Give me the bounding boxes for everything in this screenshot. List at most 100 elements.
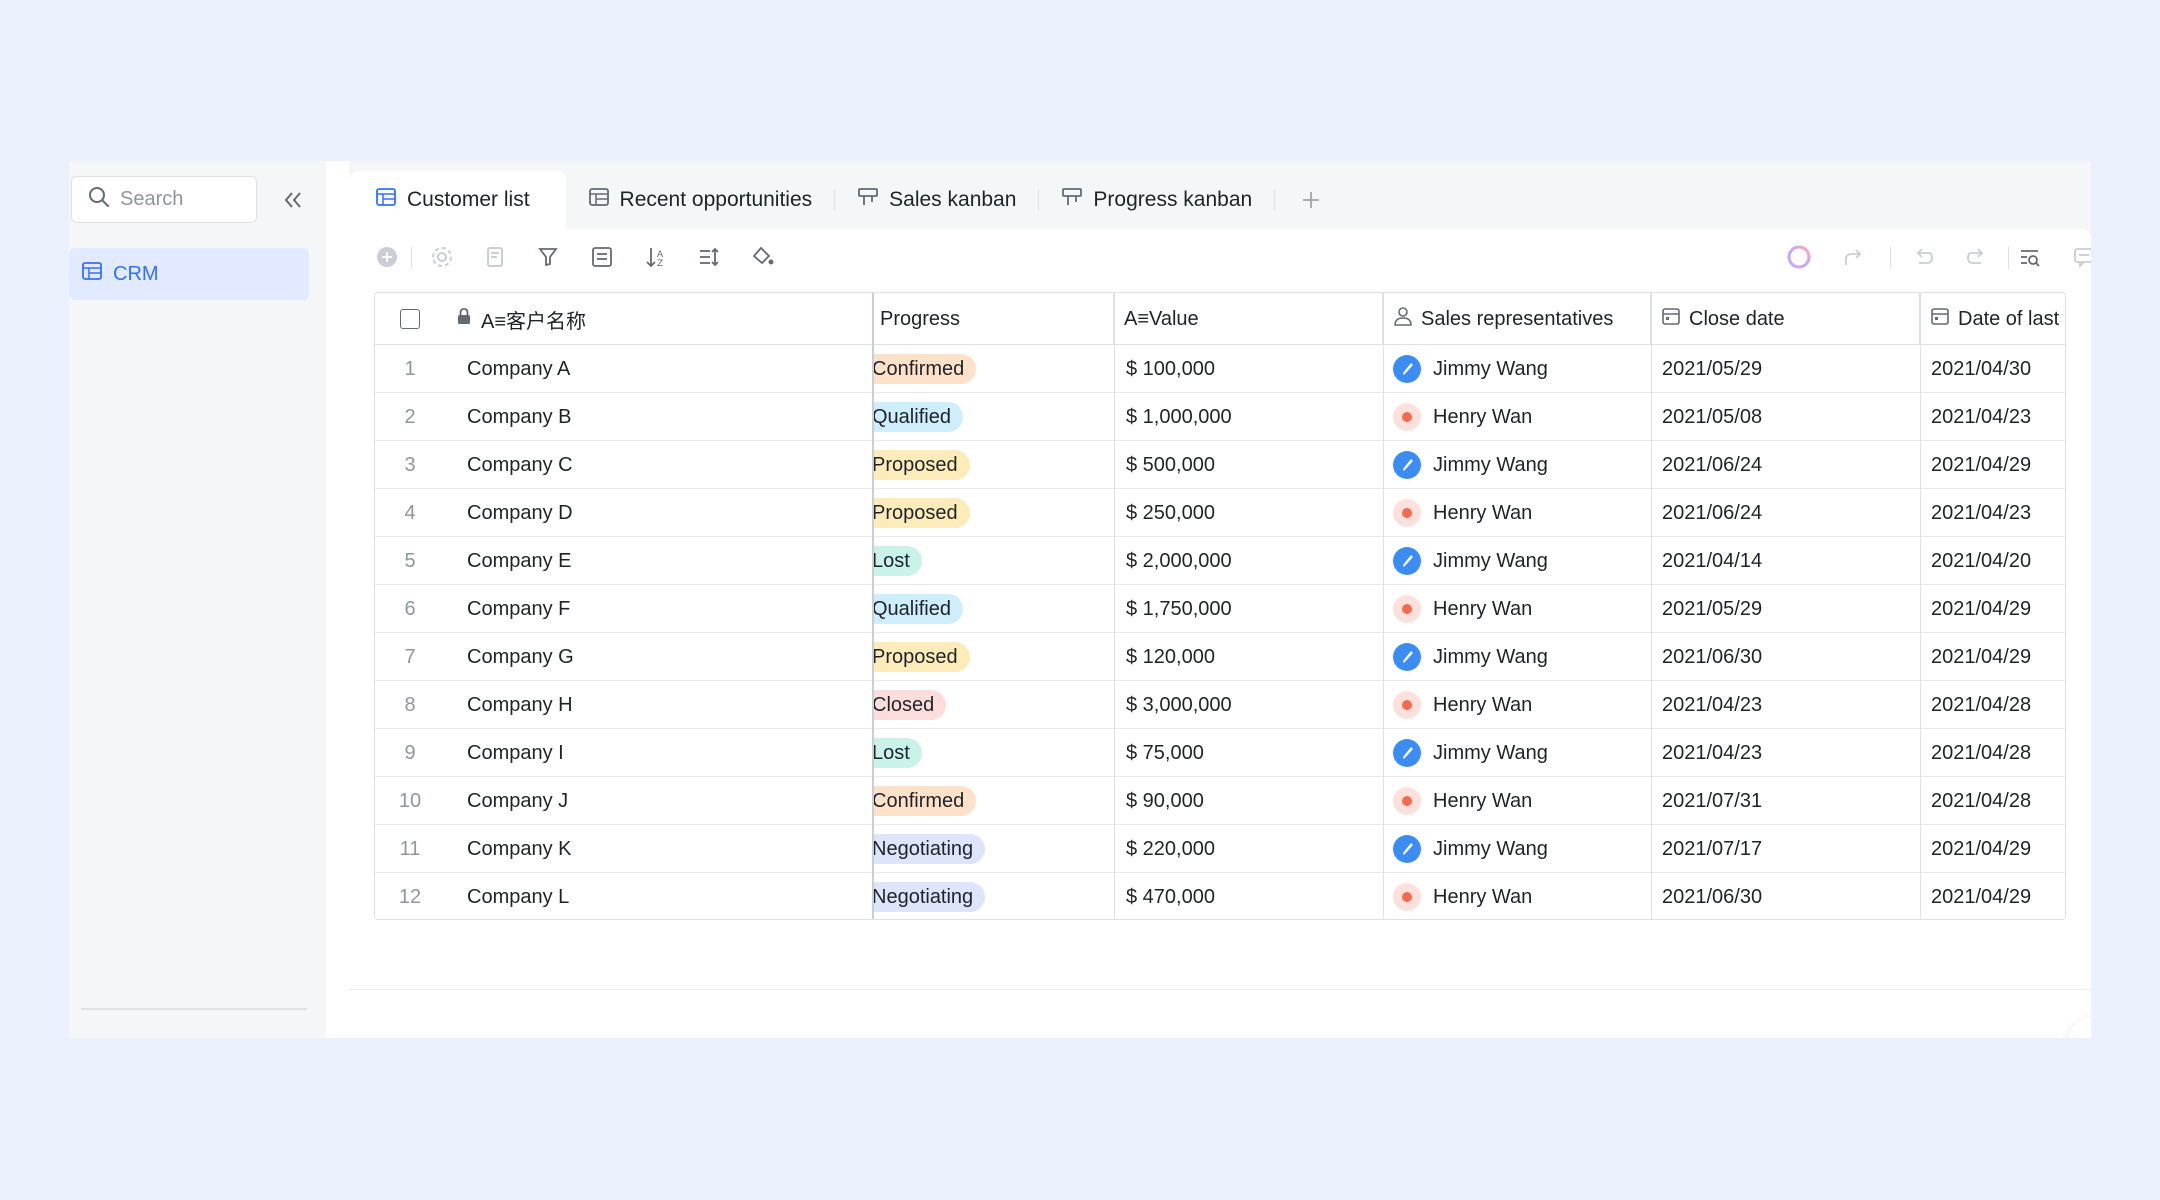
cell-sales-rep[interactable]: Jimmy Wang — [1393, 441, 1643, 489]
cell-progress[interactable]: Qualified — [874, 393, 1114, 441]
row-number[interactable]: 8 — [375, 681, 445, 729]
cell-sales-rep[interactable]: Henry Wan — [1393, 489, 1643, 537]
cell-company-name[interactable]: Company K — [467, 825, 867, 873]
share-icon[interactable] — [1840, 243, 1868, 271]
table-row[interactable]: 9 Company I Lost $ 75,000 Jimmy Wang 2021/04/… — [375, 729, 2065, 777]
row-number[interactable]: 11 — [375, 825, 445, 873]
cell-progress[interactable]: Negotiating — [874, 873, 1114, 919]
column-header-value[interactable]: A≡Value — [1114, 293, 1383, 345]
cell-last-date[interactable]: 2021/04/28 — [1931, 729, 2065, 777]
cell-value[interactable]: $ 1,750,000 — [1126, 585, 1376, 633]
cell-close-date[interactable]: 2021/06/30 — [1662, 633, 1912, 681]
table-row[interactable]: 11 Company K Negotiating $ 220,000 Jimmy Wan… — [375, 825, 2065, 873]
row-number[interactable]: 10 — [375, 777, 445, 825]
ai-assistant-button[interactable] — [2067, 1016, 2091, 1038]
cell-value[interactable]: $ 90,000 — [1126, 777, 1376, 825]
cell-close-date[interactable]: 2021/04/23 — [1662, 729, 1912, 777]
cell-company-name[interactable]: Company J — [467, 777, 867, 825]
tab-customer-list[interactable]: Customer list — [349, 171, 566, 229]
table-row[interactable]: 1 Company A Confirmed $ 100,000 Jimmy Wang 20… — [375, 345, 2065, 393]
redo-icon[interactable] — [1963, 243, 1991, 271]
cell-value[interactable]: $ 120,000 — [1126, 633, 1376, 681]
fill-color-icon[interactable] — [749, 243, 777, 271]
table-row[interactable]: 2 Company B Qualified $ 1,000,000 Henry Wan 2… — [375, 393, 2065, 441]
filter-icon[interactable] — [535, 243, 563, 271]
cell-close-date[interactable]: 2021/07/31 — [1662, 777, 1912, 825]
cell-progress[interactable]: Negotiating — [874, 825, 1114, 873]
cell-close-date[interactable]: 2021/06/24 — [1662, 441, 1912, 489]
cell-company-name[interactable]: Company A — [467, 345, 867, 393]
column-header-last-date[interactable]: Date of last — [1920, 293, 2065, 345]
cell-value[interactable]: $ 470,000 — [1126, 873, 1376, 919]
table-row[interactable]: 4 Company D Proposed $ 250,000 Henry Wan 2021… — [375, 489, 2065, 537]
column-header-name[interactable]: A≡客户名称 — [445, 293, 873, 345]
cell-progress[interactable]: Confirmed — [874, 777, 1114, 825]
cell-close-date[interactable]: 2021/05/08 — [1662, 393, 1912, 441]
cell-close-date[interactable]: 2021/04/14 — [1662, 537, 1912, 585]
cell-sales-rep[interactable]: Henry Wan — [1393, 393, 1643, 441]
cell-company-name[interactable]: Company D — [467, 489, 867, 537]
cell-company-name[interactable]: Company H — [467, 681, 867, 729]
cell-last-date[interactable]: 2021/04/23 — [1931, 489, 2065, 537]
cell-progress[interactable]: Lost — [874, 537, 1114, 585]
search-records-icon[interactable] — [2016, 243, 2044, 271]
collapse-sidebar-icon[interactable] — [279, 186, 307, 214]
table-row[interactable]: 10 Company J Confirmed $ 90,000 Henry Wan 202… — [375, 777, 2065, 825]
row-number[interactable]: 5 — [375, 537, 445, 585]
row-number[interactable]: 6 — [375, 585, 445, 633]
search-box[interactable] — [71, 176, 257, 223]
cell-progress[interactable]: Lost — [874, 729, 1114, 777]
row-number[interactable]: 9 — [375, 729, 445, 777]
form-icon[interactable] — [482, 243, 510, 271]
cell-sales-rep[interactable]: Henry Wan — [1393, 681, 1643, 729]
cell-company-name[interactable]: Company G — [467, 633, 867, 681]
row-number[interactable]: 4 — [375, 489, 445, 537]
cell-last-date[interactable]: 2021/04/29 — [1931, 441, 2065, 489]
sort-icon[interactable]: AZ — [642, 243, 670, 271]
cell-last-date[interactable]: 2021/04/30 — [1931, 345, 2065, 393]
group-icon[interactable] — [588, 243, 616, 271]
cell-close-date[interactable]: 2021/04/23 — [1662, 681, 1912, 729]
cell-company-name[interactable]: Company F — [467, 585, 867, 633]
row-number[interactable]: 3 — [375, 441, 445, 489]
cell-company-name[interactable]: Company C — [467, 441, 867, 489]
row-number[interactable]: 2 — [375, 393, 445, 441]
row-number[interactable]: 12 — [375, 873, 445, 919]
cell-progress[interactable]: Qualified — [874, 585, 1114, 633]
column-header-close-date[interactable]: Close date — [1651, 293, 1920, 345]
add-record-icon[interactable] — [373, 243, 401, 271]
search-input[interactable] — [120, 188, 240, 211]
settings-icon[interactable] — [428, 243, 456, 271]
cell-progress[interactable]: Proposed — [874, 633, 1114, 681]
cell-value[interactable]: $ 75,000 — [1126, 729, 1376, 777]
cell-value[interactable]: $ 100,000 — [1126, 345, 1376, 393]
cell-value[interactable]: $ 1,000,000 — [1126, 393, 1376, 441]
cell-last-date[interactable]: 2021/04/23 — [1931, 393, 2065, 441]
cell-sales-rep[interactable]: Jimmy Wang — [1393, 633, 1643, 681]
cell-progress[interactable]: Confirmed — [874, 345, 1114, 393]
cell-last-date[interactable]: 2021/04/29 — [1931, 873, 2065, 919]
cell-last-date[interactable]: 2021/04/29 — [1931, 633, 2065, 681]
column-header-sales-rep[interactable]: Sales representatives — [1383, 293, 1651, 345]
cell-value[interactable]: $ 3,000,000 — [1126, 681, 1376, 729]
undo-icon[interactable] — [1909, 243, 1937, 271]
cell-sales-rep[interactable]: Jimmy Wang — [1393, 345, 1643, 393]
row-number[interactable]: 1 — [375, 345, 445, 393]
cell-company-name[interactable]: Company I — [467, 729, 867, 777]
cell-last-date[interactable]: 2021/04/29 — [1931, 585, 2065, 633]
cell-value[interactable]: $ 2,000,000 — [1126, 537, 1376, 585]
cell-sales-rep[interactable]: Jimmy Wang — [1393, 825, 1643, 873]
tab-sales-kanban[interactable]: Sales kanban — [835, 171, 1038, 229]
cell-progress[interactable]: Closed — [874, 681, 1114, 729]
cell-progress[interactable]: Proposed — [874, 489, 1114, 537]
cell-last-date[interactable]: 2021/04/20 — [1931, 537, 2065, 585]
collaborator-avatar-icon[interactable] — [1785, 243, 1813, 271]
table-row[interactable]: 6 Company F Qualified $ 1,750,000 Henry Wan 2… — [375, 585, 2065, 633]
cell-sales-rep[interactable]: Henry Wan — [1393, 777, 1643, 825]
column-header-progress[interactable]: Progress — [874, 293, 1114, 345]
cell-last-date[interactable]: 2021/04/28 — [1931, 777, 2065, 825]
cell-sales-rep[interactable]: Henry Wan — [1393, 873, 1643, 919]
row-number[interactable]: 7 — [375, 633, 445, 681]
cell-last-date[interactable]: 2021/04/28 — [1931, 681, 2065, 729]
cell-value[interactable]: $ 500,000 — [1126, 441, 1376, 489]
